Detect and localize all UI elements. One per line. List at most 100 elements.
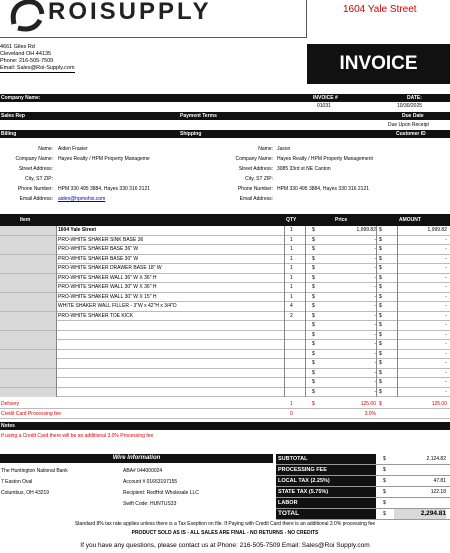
item-amount-currency: $	[379, 255, 382, 262]
invoice-number-label: INVOICE #	[313, 95, 338, 101]
delivery-amount-currency: $	[379, 401, 382, 407]
item-amount: -	[445, 350, 447, 357]
cc-fee-label: Credit Card Processing fee	[1, 411, 62, 417]
item-qty: 2	[290, 312, 293, 319]
item-price: -	[330, 255, 376, 264]
item-price: -	[330, 340, 376, 349]
item-price: -	[330, 331, 376, 340]
item-price-currency: $	[312, 369, 315, 376]
delivery-qty: 1	[290, 401, 293, 407]
item-amount-currency: $	[379, 236, 382, 243]
billing-email[interactable]: aiden@hpmohio.com	[58, 194, 180, 204]
table-divider	[397, 226, 398, 397]
item-amount: -	[445, 322, 447, 328]
top-address: 1604 Yale Street	[343, 4, 417, 15]
item-price: -	[330, 274, 376, 283]
item-amount-currency: $	[379, 322, 382, 328]
billing-city-label: City, ST ZIP:	[25, 176, 53, 182]
item-price-currency: $	[312, 341, 315, 347]
billing-phone: HPM 330 495 3884, Hayes 330 316 2121	[58, 186, 151, 192]
bank-name: The Huntington National Bank	[1, 468, 68, 474]
totals-value: 2,294.81	[394, 509, 446, 519]
address-line: Cleveland OH 44135	[0, 51, 52, 57]
shipping-values: Jason Hayes Realty / HPM Property Manage…	[277, 144, 447, 204]
billing-street-label: Street Address:	[18, 166, 53, 172]
item-amount-currency: $	[379, 379, 382, 385]
delivery-price: 125.00	[360, 401, 376, 407]
item-col-header: Item	[20, 217, 31, 223]
table-row: $-$-	[0, 359, 450, 369]
item-amount: -	[445, 341, 447, 347]
totals-currency: $	[383, 456, 386, 462]
billing-email-label: Email Address:	[19, 196, 53, 202]
row-stripe	[0, 378, 56, 387]
payment-terms-label: Payment Terms	[180, 113, 217, 119]
qty-col-header: QTY	[286, 217, 297, 223]
row-stripe	[0, 321, 56, 330]
amount-col-header: AMOUNT	[399, 217, 421, 223]
row-stripe	[0, 387, 56, 397]
totals-label: LABOR	[276, 498, 376, 508]
item-price: -	[330, 312, 376, 321]
item-qty: 1	[290, 274, 293, 281]
row-stripe	[0, 292, 56, 302]
item-price-currency: $	[312, 293, 315, 300]
item-price-currency: $	[312, 350, 315, 357]
table-row: 1604 Yale Street 1 $1,999.82 $1,999.82	[0, 226, 450, 236]
delivery-amount: 125.00	[431, 401, 447, 407]
due-row: Due Upon Receipt	[0, 121, 450, 130]
shipping-email	[277, 194, 447, 204]
item-price-currency: $	[312, 303, 315, 309]
table-row: PRO-WHITE SHAKER WALL 30" W X 15" H1$-$-	[0, 292, 450, 302]
billing-name: Aiden Frasier	[58, 146, 88, 152]
invoice-number: 01031	[317, 103, 331, 109]
totals-value: 122.18	[430, 489, 446, 495]
item-qty: 1	[290, 236, 293, 243]
item-amount: -	[445, 246, 447, 252]
item-amount-currency: $	[379, 312, 382, 319]
billing-name-label: Name:	[38, 146, 53, 152]
table-row: PRO-WHITE SHAKER BASE 36" W1$-$-	[0, 245, 450, 255]
item-amount-currency: $	[379, 293, 382, 300]
terms-bar: Sales Rep Payment Terms Due Date	[0, 112, 450, 120]
cc-fee-row: Credit Card Processing fee 0 3.0%	[0, 410, 450, 419]
item-price: -	[330, 369, 376, 378]
billing-street	[58, 164, 180, 174]
cc-fee-qty: 0	[290, 411, 293, 417]
billing-label: Billing	[1, 131, 17, 137]
item-price-currency: $	[312, 360, 315, 366]
item-amount: -	[445, 293, 447, 300]
bank-aba: ABA# 044000024	[123, 468, 163, 474]
items-header: Item QTY Price AMOUNT	[0, 214, 450, 226]
bank-street: 7 Easton Oval	[1, 479, 33, 485]
item-qty: 1	[290, 284, 293, 290]
bank-city: Columbus, OH 43219	[1, 490, 50, 496]
totals-currency: $	[383, 467, 386, 473]
item-amount-currency: $	[379, 246, 382, 252]
notes-bar: Notes	[0, 422, 450, 430]
table-row: WHITE SHAKER WALL FILLER - 3"W x 42"H x …	[0, 302, 450, 312]
item-qty: 1	[290, 265, 293, 271]
totals-value: 47.81	[433, 478, 446, 484]
address-line: 4661 Giles Rd	[0, 44, 35, 50]
item-description: PRO-WHITE SHAKER DRAWER BASE 18" W	[58, 265, 162, 271]
shipping-street: 3085 33rd st NE Canton	[277, 166, 331, 172]
item-price-currency: $	[312, 236, 315, 243]
item-amount: -	[445, 303, 447, 309]
item-price-currency: $	[312, 379, 315, 385]
table-divider	[376, 226, 377, 397]
item-amount: -	[445, 265, 447, 271]
row-stripe	[0, 254, 56, 264]
bank-account: Account # 01663197155	[123, 479, 178, 485]
totals-row: TOTAL $2,294.81	[276, 509, 450, 520]
invoice-meta-row: 01031 10/30/2025	[0, 102, 450, 111]
totals-currency: $	[383, 489, 386, 495]
footer-line-1: Standard 8% tax rate applies unless ther…	[74, 521, 376, 527]
item-amount: -	[445, 331, 447, 338]
item-amount: -	[445, 312, 447, 319]
item-amount: -	[445, 274, 447, 281]
item-price-currency: $	[312, 284, 315, 290]
row-stripe	[0, 311, 56, 321]
item-price: -	[330, 293, 376, 302]
table-row: PRO-WHITE SHAKER WALL 30" W X 36" H1$-$-	[0, 283, 450, 293]
